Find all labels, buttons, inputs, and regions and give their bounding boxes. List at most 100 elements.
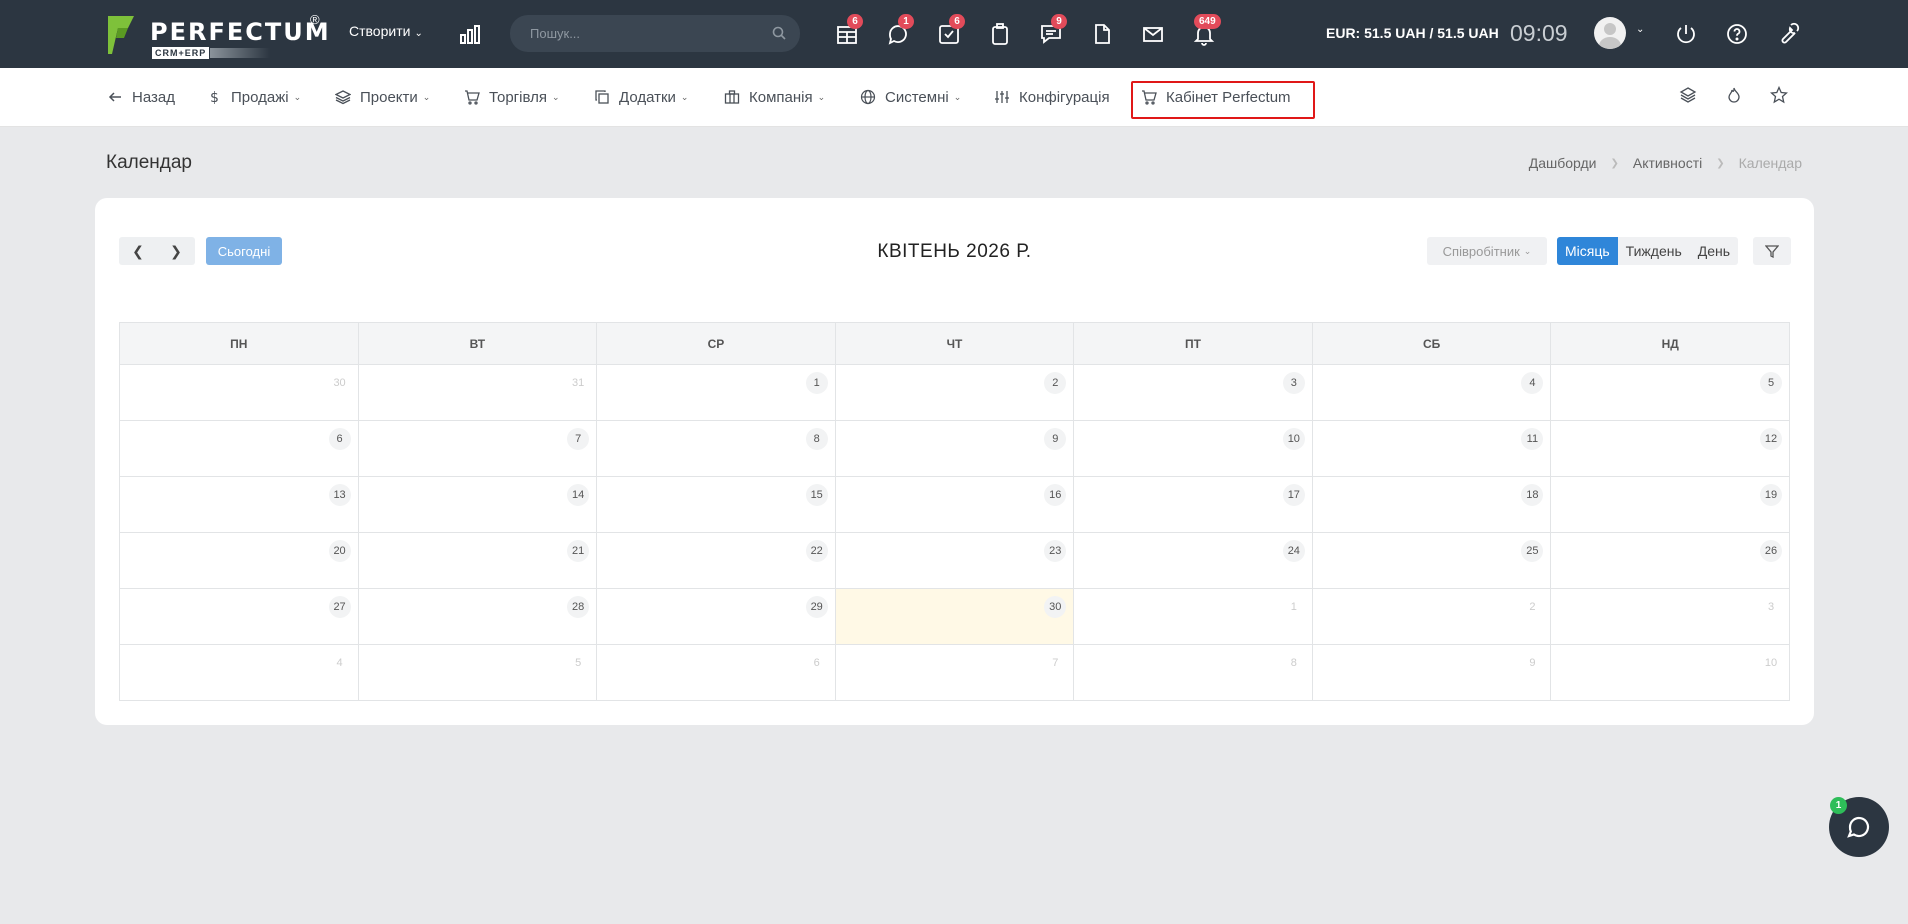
day-number[interactable]: 2 [1044, 372, 1067, 394]
calendar-day-cell[interactable]: 20 [119, 532, 359, 589]
clipboard-icon[interactable] [988, 22, 1012, 46]
calendar-day-cell[interactable]: 17 [1073, 476, 1313, 533]
day-number[interactable]: 7 [1044, 652, 1066, 674]
calendar-day-cell[interactable]: 3 [1073, 364, 1313, 421]
day-number[interactable]: 30 [1044, 596, 1067, 618]
stats-icon[interactable] [458, 22, 482, 46]
day-number[interactable]: 9 [1044, 428, 1067, 450]
nav-addons[interactable]: Додатки ⌄ [594, 87, 688, 107]
day-number[interactable]: 3 [1282, 372, 1305, 394]
day-number[interactable]: 30 [329, 372, 351, 394]
day-number[interactable]: 5 [1760, 372, 1782, 394]
nav-config[interactable]: Конфігурація [994, 87, 1110, 107]
calendar-day-cell[interactable]: 2 [834, 364, 1075, 421]
nav-company[interactable]: Компанія ⌄ [724, 87, 825, 107]
day-number[interactable]: 25 [1521, 540, 1544, 562]
calendar-day-cell[interactable]: 9 [834, 420, 1075, 477]
fire-icon[interactable] [1725, 86, 1745, 106]
calendar-day-cell[interactable]: 10 [1073, 420, 1313, 477]
calendar-day-cell[interactable]: 21 [357, 532, 598, 589]
day-number[interactable]: 28 [567, 596, 590, 618]
calendar-day-cell[interactable]: 5 [357, 644, 598, 701]
bell-icon[interactable]: 649 [1192, 14, 1221, 46]
nav-cabinet[interactable]: Кабінет Perfectum [1141, 87, 1291, 107]
calendar-day-cell[interactable]: 27 [119, 588, 359, 645]
calendar-day-cell[interactable]: 1 [596, 364, 836, 421]
day-number[interactable]: 1 [1283, 596, 1305, 618]
calendar-day-cell[interactable]: 16 [834, 476, 1075, 533]
calendar-day-cell[interactable]: 8 [596, 420, 836, 477]
nav-projects[interactable]: Проекти ⌄ [334, 87, 430, 107]
calendar-day-cell[interactable]: 8 [1073, 644, 1313, 701]
day-number[interactable]: 22 [805, 540, 828, 562]
calendar-day-cell[interactable]: 18 [1311, 476, 1552, 533]
day-number[interactable]: 27 [328, 596, 351, 618]
calendar-day-cell[interactable]: 24 [1073, 532, 1313, 589]
calendar-day-cell[interactable]: 31 [357, 364, 598, 421]
day-number[interactable]: 13 [328, 484, 351, 506]
help-icon[interactable] [1725, 22, 1749, 46]
calendar-day-cell[interactable]: 23 [834, 532, 1075, 589]
day-number[interactable]: 19 [1760, 484, 1782, 506]
day-number[interactable]: 4 [1521, 372, 1544, 394]
messages-icon[interactable]: 9 [1039, 14, 1067, 46]
day-number[interactable]: 7 [567, 428, 590, 450]
day-number[interactable]: 2 [1521, 596, 1543, 618]
breadcrumb-activities[interactable]: Активності [1633, 155, 1702, 171]
calendar-day-cell[interactable]: 25 [1311, 532, 1552, 589]
calendar-day-cell[interactable]: 10 [1550, 644, 1790, 701]
day-number[interactable]: 26 [1760, 540, 1782, 562]
day-number[interactable]: 16 [1044, 484, 1067, 506]
calendar-day-cell[interactable]: 4 [119, 644, 359, 701]
calendar-day-cell[interactable]: 22 [596, 532, 836, 589]
nav-system[interactable]: Системні ⌄ [860, 87, 961, 107]
calendar-day-cell[interactable]: 3 [1550, 588, 1790, 645]
day-number[interactable]: 29 [805, 596, 828, 618]
star-icon[interactable] [1769, 85, 1790, 106]
search-icon[interactable] [772, 26, 786, 40]
view-week-button[interactable]: Тиждень [1618, 237, 1690, 265]
calendar-day-cell[interactable]: 29 [596, 588, 836, 645]
calendar-table-icon[interactable]: 6 [835, 14, 863, 46]
day-number[interactable]: 6 [328, 428, 351, 450]
day-number[interactable]: 9 [1521, 652, 1543, 674]
file-icon[interactable] [1090, 22, 1114, 46]
calendar-day-cell[interactable]: 12 [1550, 420, 1790, 477]
day-number[interactable]: 11 [1521, 428, 1544, 450]
day-number[interactable]: 24 [1282, 540, 1305, 562]
calendar-day-cell[interactable]: 11 [1311, 420, 1552, 477]
breadcrumb-dashboards[interactable]: Дашборди [1529, 155, 1597, 171]
layers-icon[interactable] [1679, 86, 1699, 106]
calendar-day-cell[interactable]: 30 [119, 364, 359, 421]
calendar-day-cell-today[interactable]: 30 [834, 588, 1075, 645]
search-input[interactable] [530, 24, 760, 42]
day-number[interactable]: 14 [567, 484, 590, 506]
calendar-day-cell[interactable]: 4 [1311, 364, 1552, 421]
day-number[interactable]: 20 [328, 540, 351, 562]
calendar-day-cell[interactable]: 14 [357, 476, 598, 533]
day-number[interactable]: 3 [1760, 596, 1782, 618]
day-number[interactable]: 31 [567, 372, 589, 394]
avatar[interactable] [1594, 17, 1626, 49]
day-number[interactable]: 21 [567, 540, 590, 562]
day-number[interactable]: 23 [1044, 540, 1067, 562]
calendar-day-cell[interactable]: 1 [1073, 588, 1313, 645]
day-number[interactable]: 17 [1282, 484, 1305, 506]
view-day-button[interactable]: День [1690, 237, 1738, 265]
employee-select[interactable]: Співробітник ⌄ [1427, 237, 1547, 265]
calendar-day-cell[interactable]: 9 [1311, 644, 1552, 701]
chevron-down-icon[interactable]: ⌄ [1636, 24, 1644, 35]
calendar-day-cell[interactable]: 7 [834, 644, 1075, 701]
calendar-day-cell[interactable]: 13 [119, 476, 359, 533]
day-number[interactable]: 8 [1283, 652, 1305, 674]
day-number[interactable]: 10 [1760, 652, 1782, 674]
day-number[interactable]: 8 [805, 428, 828, 450]
mail-icon[interactable] [1141, 22, 1165, 46]
day-number[interactable]: 4 [329, 652, 351, 674]
calendar-day-cell[interactable]: 6 [596, 644, 836, 701]
calendar-day-cell[interactable]: 2 [1311, 588, 1552, 645]
calendar-day-cell[interactable]: 5 [1550, 364, 1790, 421]
create-menu[interactable]: Створити ⌄ [349, 23, 423, 39]
calendar-day-cell[interactable]: 6 [119, 420, 359, 477]
power-icon[interactable] [1674, 22, 1698, 46]
